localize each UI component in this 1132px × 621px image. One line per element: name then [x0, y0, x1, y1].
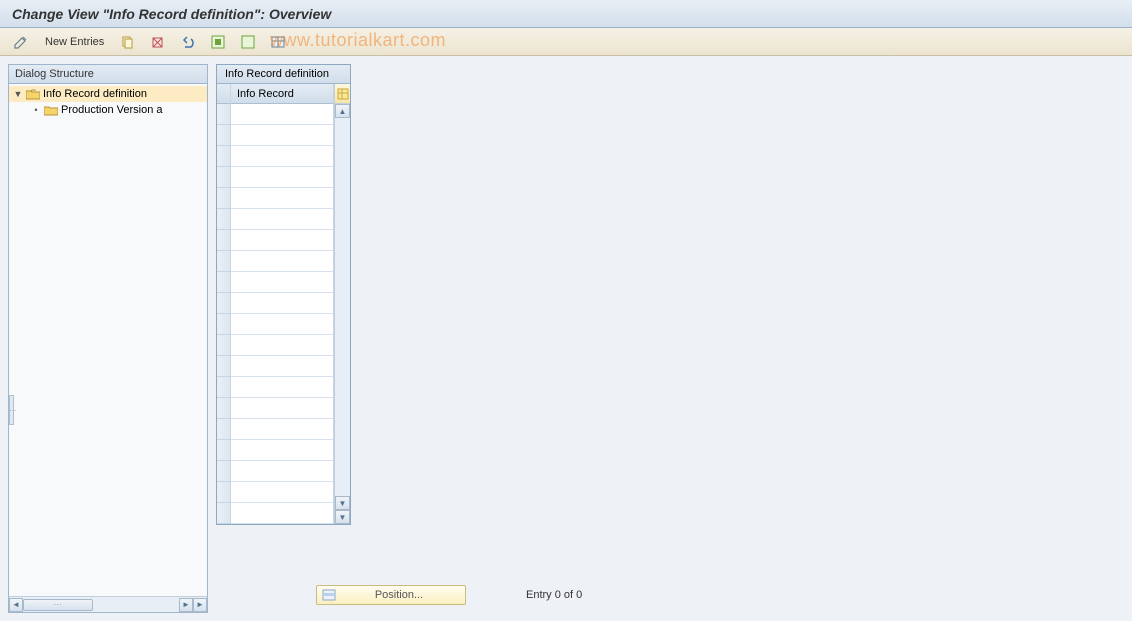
table-cell[interactable]	[231, 167, 333, 188]
tree-node-info-record-definition[interactable]: ▼ Info Record definition	[9, 86, 207, 102]
folder-open-icon	[26, 89, 40, 100]
row-selector-cell[interactable]	[217, 146, 230, 167]
scroll-bottom-button[interactable]: ▼	[335, 510, 350, 524]
table-cell[interactable]	[231, 440, 333, 461]
row-selector-column	[217, 84, 231, 524]
table-cell[interactable]	[231, 377, 333, 398]
row-selector-cell[interactable]	[217, 209, 230, 230]
row-selector-cell[interactable]	[217, 293, 230, 314]
position-label: Position...	[337, 589, 461, 601]
row-selector-cell[interactable]	[217, 167, 230, 188]
folder-closed-icon	[44, 105, 58, 116]
scrollbar-thumb[interactable]: ⋯	[23, 599, 93, 611]
scroll-right-button[interactable]: ►	[179, 598, 193, 612]
pencil-icon	[13, 34, 29, 50]
tree-node-production-version[interactable]: • Production Version a	[9, 102, 207, 118]
row-selector-cell[interactable]	[217, 356, 230, 377]
info-record-column-header[interactable]: Info Record	[231, 84, 333, 104]
select-all-icon	[210, 34, 226, 50]
table-cell[interactable]	[231, 356, 333, 377]
table-cell[interactable]	[231, 461, 333, 482]
row-selector-cell[interactable]	[217, 440, 230, 461]
new-entries-label: New Entries	[45, 36, 104, 48]
table-title: Info Record definition	[217, 65, 350, 84]
scroll-down-button[interactable]: ▼	[335, 496, 350, 510]
table-cell[interactable]	[231, 503, 333, 524]
dialog-structure-header: Dialog Structure	[9, 65, 207, 84]
page-title-bar: Change View "Info Record definition": Ov…	[0, 0, 1132, 28]
position-button[interactable]: Position...	[316, 585, 466, 605]
deselect-all-button[interactable]	[235, 32, 261, 52]
table-vertical-scrollbar[interactable]: ▲ ▼ ▼	[334, 84, 350, 524]
scroll-left-button[interactable]: ◄	[9, 598, 23, 612]
table-cell[interactable]	[231, 125, 333, 146]
main-content-area: Dialog Structure ▼ Info Record definitio…	[0, 56, 1132, 621]
application-toolbar: New Entries www.tutorialkart.com	[0, 28, 1132, 56]
column-header-label: Info Record	[237, 88, 294, 100]
row-selector-cell[interactable]	[217, 125, 230, 146]
leaf-bullet-icon: •	[31, 105, 41, 115]
undo-button[interactable]	[175, 32, 201, 52]
table-cell[interactable]	[231, 272, 333, 293]
row-selector-cell[interactable]	[217, 461, 230, 482]
table-icon	[270, 34, 286, 50]
row-selector-cell[interactable]	[217, 104, 230, 125]
copy-as-button[interactable]	[115, 32, 141, 52]
scroll-end-button[interactable]: ►	[193, 598, 207, 612]
row-selector-cell[interactable]	[217, 419, 230, 440]
row-selector-cell[interactable]	[217, 503, 230, 524]
row-selector-cell[interactable]	[217, 251, 230, 272]
table-cell[interactable]	[231, 482, 333, 503]
row-selector-header[interactable]	[217, 84, 230, 104]
row-selector-cell[interactable]	[217, 230, 230, 251]
table-footer-row: Position... Entry 0 of 0	[216, 585, 1124, 605]
table-cell[interactable]	[231, 209, 333, 230]
deselect-all-icon	[240, 34, 256, 50]
row-selector-cell[interactable]	[217, 377, 230, 398]
undo-icon	[180, 34, 196, 50]
tree-horizontal-scrollbar[interactable]: ◄ ⋯ ► ►	[9, 596, 207, 612]
new-entries-button[interactable]: New Entries	[38, 32, 111, 52]
select-all-button[interactable]	[205, 32, 231, 52]
table-cell[interactable]	[231, 293, 333, 314]
content-panel: Info Record definition Info Record ▲	[216, 64, 1124, 613]
scroll-up-button[interactable]: ▲	[335, 104, 350, 118]
dialog-structure-tree: ▼ Info Record definition • Production Ve…	[9, 84, 207, 612]
table-cell[interactable]	[231, 146, 333, 167]
table-cell[interactable]	[231, 230, 333, 251]
table-config-icon	[337, 88, 349, 100]
position-icon	[321, 588, 337, 602]
delete-icon	[150, 34, 166, 50]
watermark-text: www.tutorialkart.com	[270, 30, 446, 51]
table-cell[interactable]	[231, 188, 333, 209]
scrollbar-track[interactable]	[335, 118, 350, 496]
table-config-button[interactable]	[335, 84, 350, 104]
table-cell[interactable]	[231, 335, 333, 356]
table-grid: Info Record ▲ ▼ ▼	[217, 84, 350, 524]
table-cell[interactable]	[231, 398, 333, 419]
table-cell[interactable]	[231, 251, 333, 272]
row-selector-cell[interactable]	[217, 398, 230, 419]
row-selector-cell[interactable]	[217, 335, 230, 356]
table-settings-button[interactable]	[265, 32, 291, 52]
row-selector-cell[interactable]	[217, 188, 230, 209]
row-selector-cell[interactable]	[217, 272, 230, 293]
page-title: Change View "Info Record definition": Ov…	[12, 6, 331, 22]
info-record-column: Info Record	[231, 84, 334, 524]
table-cell[interactable]	[231, 314, 333, 335]
delete-button[interactable]	[145, 32, 171, 52]
copy-icon	[120, 34, 136, 50]
table-cell[interactable]	[231, 104, 333, 125]
tree-node-label: Info Record definition	[43, 88, 147, 100]
expand-collapse-icon[interactable]: ▼	[13, 89, 23, 99]
dialog-structure-panel: Dialog Structure ▼ Info Record definitio…	[8, 64, 208, 613]
tree-splitter-handle[interactable]: ⋮	[9, 395, 14, 425]
toggle-display-change-button[interactable]	[8, 32, 34, 52]
row-selector-cell[interactable]	[217, 314, 230, 335]
table-cell[interactable]	[231, 419, 333, 440]
info-record-table-container: Info Record definition Info Record ▲	[216, 64, 351, 525]
row-selector-cell[interactable]	[217, 482, 230, 503]
tree-node-label: Production Version a	[61, 104, 163, 116]
entry-count-text: Entry 0 of 0	[526, 589, 582, 601]
